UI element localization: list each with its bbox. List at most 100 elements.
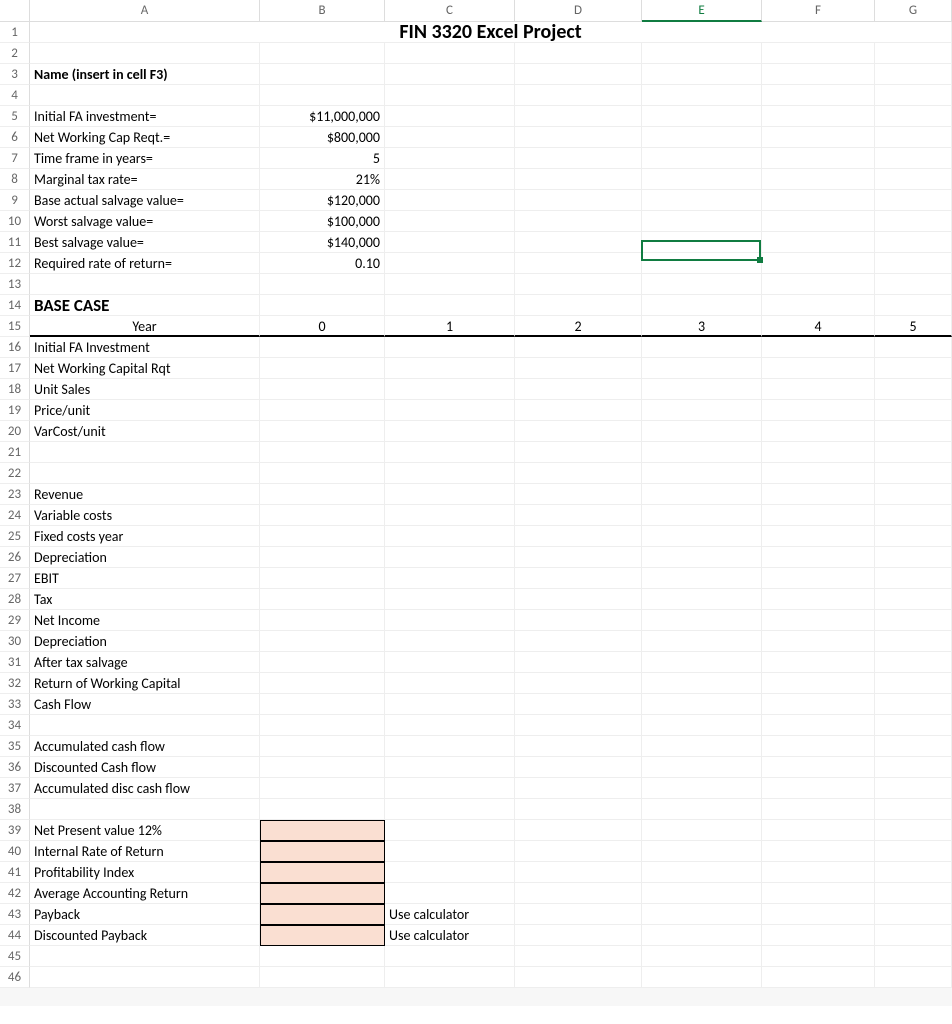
year-3[interactable]: 3 [642, 316, 762, 337]
cell-C35[interactable] [385, 736, 515, 757]
row-header-27[interactable]: 27 [0, 568, 30, 589]
cell-D26[interactable] [515, 547, 642, 568]
cell-C22[interactable] [385, 463, 515, 484]
sheet-tab-strip[interactable] [0, 988, 952, 1006]
row-header-6[interactable]: 6 [0, 127, 30, 148]
cell-F7[interactable] [762, 148, 875, 169]
cell-E11[interactable] [642, 232, 762, 253]
cell-F39[interactable] [762, 820, 875, 841]
cell-D7[interactable] [515, 148, 642, 169]
cell-C10[interactable] [385, 211, 515, 232]
cell-B26[interactable] [260, 547, 385, 568]
cell-B18[interactable] [260, 379, 385, 400]
cell-E6[interactable] [642, 127, 762, 148]
cell-F13[interactable] [762, 274, 875, 295]
cell-C7[interactable] [385, 148, 515, 169]
cell-E25[interactable] [642, 526, 762, 547]
input-label[interactable]: Marginal tax rate= [30, 169, 260, 190]
row-header-42[interactable]: 42 [0, 883, 30, 904]
row-header-26[interactable]: 26 [0, 547, 30, 568]
row-header-46[interactable]: 46 [0, 967, 30, 988]
cell-E29[interactable] [642, 610, 762, 631]
cell-C27[interactable] [385, 568, 515, 589]
cell-G42[interactable] [875, 883, 952, 904]
cell-C16[interactable] [385, 337, 515, 358]
cell-E40[interactable] [642, 841, 762, 862]
row-header-21[interactable]: 21 [0, 442, 30, 463]
cell-F33[interactable] [762, 694, 875, 715]
cell-C34[interactable] [385, 715, 515, 736]
cell-D18[interactable] [515, 379, 642, 400]
cell-G10[interactable] [875, 211, 952, 232]
line-item[interactable]: Net Working Capital Rqt [30, 358, 260, 379]
cell-G6[interactable] [875, 127, 952, 148]
row-header-23[interactable]: 23 [0, 484, 30, 505]
cell-G16[interactable] [875, 337, 952, 358]
cell-C19[interactable] [385, 400, 515, 421]
cell-C11[interactable] [385, 232, 515, 253]
cell-E14[interactable] [642, 295, 762, 316]
cell-E4[interactable] [642, 85, 762, 106]
cell-F27[interactable] [762, 568, 875, 589]
cell-C3[interactable] [385, 64, 515, 85]
cell-F10[interactable] [762, 211, 875, 232]
cell-G34[interactable] [875, 715, 952, 736]
row-header-36[interactable]: 36 [0, 757, 30, 778]
cell-F21[interactable] [762, 442, 875, 463]
row-header-4[interactable]: 4 [0, 85, 30, 106]
cell-F45[interactable] [762, 946, 875, 967]
year-1[interactable]: 1 [385, 316, 515, 337]
cell-D46[interactable] [515, 967, 642, 988]
cell-D44[interactable] [515, 925, 642, 946]
cell-B13[interactable] [260, 274, 385, 295]
metric-note[interactable]: Use calculator [385, 925, 515, 946]
line-item[interactable]: EBIT [30, 568, 260, 589]
metric-label[interactable]: Internal Rate of Return [30, 841, 260, 862]
cell-G17[interactable] [875, 358, 952, 379]
cell-E2[interactable] [642, 43, 762, 64]
cell-G14[interactable] [875, 295, 952, 316]
cell-E22[interactable] [642, 463, 762, 484]
cell-G2[interactable] [875, 43, 952, 64]
metric-value[interactable] [260, 862, 385, 883]
cell-E8[interactable] [642, 169, 762, 190]
cell-C13[interactable] [385, 274, 515, 295]
cell-F16[interactable] [762, 337, 875, 358]
input-label[interactable]: Time frame in years= [30, 148, 260, 169]
cell-C23[interactable] [385, 484, 515, 505]
select-all-corner[interactable] [0, 0, 30, 22]
cell-F14[interactable] [762, 295, 875, 316]
cell-E19[interactable] [642, 400, 762, 421]
cell-E12[interactable] [642, 253, 762, 274]
cell-G30[interactable] [875, 631, 952, 652]
cell-G44[interactable] [875, 925, 952, 946]
cell-E26[interactable] [642, 547, 762, 568]
cell-C21[interactable] [385, 442, 515, 463]
cell-G24[interactable] [875, 505, 952, 526]
row-header-35[interactable]: 35 [0, 736, 30, 757]
cell-E7[interactable] [642, 148, 762, 169]
cell-C2[interactable] [385, 43, 515, 64]
cell-D2[interactable] [515, 43, 642, 64]
metric-note[interactable]: Use calculator [385, 904, 515, 925]
cell-E18[interactable] [642, 379, 762, 400]
input-label[interactable]: Worst salvage value= [30, 211, 260, 232]
row-header-32[interactable]: 32 [0, 673, 30, 694]
cell-D24[interactable] [515, 505, 642, 526]
cell-C38[interactable] [385, 799, 515, 820]
cell-E3[interactable] [642, 64, 762, 85]
cell-B34[interactable] [260, 715, 385, 736]
cell-F24[interactable] [762, 505, 875, 526]
cell-G31[interactable] [875, 652, 952, 673]
cell-D10[interactable] [515, 211, 642, 232]
cell-F26[interactable] [762, 547, 875, 568]
cell-C12[interactable] [385, 253, 515, 274]
cell-F42[interactable] [762, 883, 875, 904]
cell-E43[interactable] [642, 904, 762, 925]
cell-G13[interactable] [875, 274, 952, 295]
input-value[interactable]: $100,000 [260, 211, 385, 232]
cell-E45[interactable] [642, 946, 762, 967]
cell-D22[interactable] [515, 463, 642, 484]
cell-D4[interactable] [515, 85, 642, 106]
row-header-44[interactable]: 44 [0, 925, 30, 946]
